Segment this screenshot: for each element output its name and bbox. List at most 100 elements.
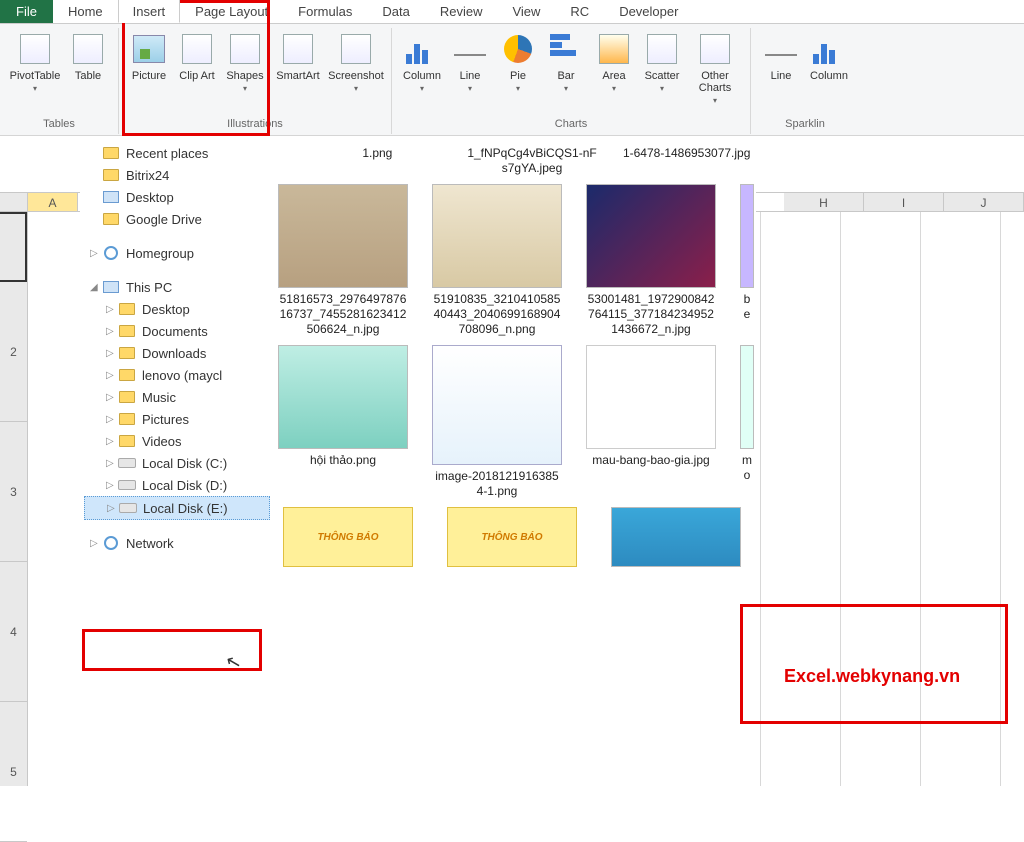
expander-icon[interactable]: ▷ (106, 370, 116, 381)
chart-area-button[interactable]: Area ▾ (590, 28, 638, 114)
row-4-header[interactable]: 4 (0, 562, 27, 702)
caret-icon: ▾ (243, 84, 247, 93)
file-thumb[interactable]: THÔNG BÁO (442, 507, 582, 567)
tree-item-lenovo-maycl[interactable]: ▷lenovo (maycl (84, 364, 270, 386)
expander-icon[interactable]: ▷ (106, 392, 116, 403)
tree-item-homegroup[interactable]: ▷Homegroup (84, 242, 270, 264)
tree-item-recent-places[interactable]: Recent places (84, 142, 270, 164)
tab-insert[interactable]: Insert (118, 0, 181, 23)
tab-formulas[interactable]: Formulas (283, 0, 367, 23)
expander-icon[interactable]: ▷ (106, 348, 116, 359)
column-label: Column (403, 70, 441, 82)
tree-item-label: Documents (142, 324, 208, 339)
file-tab[interactable]: File (0, 0, 53, 23)
tab-data[interactable]: Data (367, 0, 424, 23)
col-a-header[interactable]: A (28, 193, 78, 211)
tree-item-local-disk-e-[interactable]: ▷Local Disk (E:) (84, 496, 270, 520)
tree-item-downloads[interactable]: ▷ Downloads (84, 342, 270, 364)
folder-icon (118, 389, 136, 405)
expander-icon[interactable]: ▷ (106, 480, 116, 491)
tree-item-pictures[interactable]: ▷Pictures (84, 408, 270, 430)
caret-icon: ▾ (660, 84, 664, 93)
chart-bar-button[interactable]: Bar ▾ (542, 28, 590, 114)
bar-label: Bar (557, 70, 574, 82)
tree-item-local-disk-c-[interactable]: ▷Local Disk (C:) (84, 452, 270, 474)
shapes-button[interactable]: Shapes ▾ (221, 28, 269, 114)
expander-icon[interactable]: ▷ (106, 458, 116, 469)
col-j-header[interactable]: J (944, 193, 1024, 211)
table-button[interactable]: Table (64, 28, 112, 114)
tree-item-local-disk-d-[interactable]: ▷Local Disk (D:) (84, 474, 270, 496)
tab-home[interactable]: Home (53, 0, 118, 23)
picture-button[interactable]: Picture (125, 28, 173, 114)
tree-item-label: Bitrix24 (126, 168, 169, 183)
tree-item-documents[interactable]: ▷ Documents (84, 320, 270, 342)
expander-icon[interactable]: ▷ (90, 248, 100, 259)
bar-chart-icon (549, 32, 583, 66)
row-5-header[interactable]: 5 (0, 702, 27, 842)
tree-item-google-drive[interactable]: Google Drive (84, 208, 270, 230)
screenshot-label: Screenshot (328, 70, 384, 82)
sparkline-column-button[interactable]: Column (805, 28, 853, 114)
expander-icon[interactable]: ▷ (106, 326, 116, 337)
file-thumb[interactable] (606, 507, 746, 567)
tree-item-bitrix24[interactable]: Bitrix24 (84, 164, 270, 186)
expander-icon[interactable]: ▷ (107, 503, 117, 514)
expander-icon[interactable]: ▷ (106, 414, 116, 425)
chart-line-button[interactable]: Line ▾ (446, 28, 494, 114)
folder-tree[interactable]: Recent places Bitrix24 DesktopGoogle Drive… (80, 136, 274, 806)
expander-icon[interactable]: ▷ (106, 304, 116, 315)
clipart-button[interactable]: Clip Art (173, 28, 221, 114)
col-h-header[interactable]: H (784, 193, 864, 211)
chart-scatter-button[interactable]: Scatter ▾ (638, 28, 686, 114)
chart-pie-button[interactable]: Pie ▾ (494, 28, 542, 114)
tree-item-desktop[interactable]: ▷Desktop (84, 298, 270, 320)
column-chart-icon (405, 32, 439, 66)
thumbnail-pane[interactable]: 1.png 1_fNPqCg4vBiCQS1-nFs7gYA.jpeg 1-64… (274, 136, 756, 806)
tree-item-videos[interactable]: ▷Videos (84, 430, 270, 452)
tree-item-network[interactable]: ▷Network (84, 532, 270, 554)
smartart-button[interactable]: SmartArt (269, 28, 327, 114)
file-caption[interactable]: 1_fNPqCg4vBiCQS1-nFs7gYA.jpeg (467, 146, 598, 176)
expander-icon[interactable]: ▷ (90, 538, 100, 549)
folder-icon (118, 345, 136, 361)
file-thumb[interactable]: 51816573_2976497876167­37_74552816234125… (278, 184, 408, 337)
file-caption[interactable]: 1-6478-1486953077.jpg (623, 146, 750, 161)
sparkline-icon (764, 32, 798, 66)
file-thumb[interactable]: 51910835_3210410585404­43_20406991689047… (432, 184, 562, 337)
screenshot-button[interactable]: Screenshot ▾ (327, 28, 385, 114)
tree-item-label: Recent places (126, 146, 208, 161)
caret-icon: ▾ (516, 84, 520, 93)
expander-icon[interactable]: ▷ (106, 436, 116, 447)
file-thumb[interactable]: mau-bang-bao-gia.jpg (586, 345, 716, 499)
pie-chart-icon (501, 32, 535, 66)
file-caption: mau-bang-bao-gia.jpg (592, 453, 709, 468)
tab-developer[interactable]: Developer (604, 0, 693, 23)
tree-item-desktop[interactable]: Desktop (84, 186, 270, 208)
tab-rc[interactable]: RC (555, 0, 604, 23)
file-thumb[interactable]: THÔNG BÁO (278, 507, 418, 567)
file-thumb[interactable]: 53001481_1972900842764­115_3771842349521… (586, 184, 716, 337)
col-i-header[interactable]: I (864, 193, 944, 211)
tree-item-label: Downloads (142, 346, 206, 361)
tree-item-this-pc[interactable]: ◢This PC (84, 276, 270, 298)
row-3-header[interactable]: 3 (0, 422, 27, 562)
chart-other-button[interactable]: Other Charts ▾ (686, 28, 744, 114)
select-all-corner[interactable] (0, 193, 28, 211)
expander-icon[interactable]: ◢ (90, 282, 100, 293)
clipart-icon (180, 32, 214, 66)
sparkline-line-button[interactable]: Line (757, 28, 805, 114)
file-caption[interactable]: 1.png (362, 146, 392, 161)
tab-view[interactable]: View (497, 0, 555, 23)
row-2-header[interactable]: 2 (0, 282, 27, 422)
tree-item-music[interactable]: ▷Music (84, 386, 270, 408)
file-thumb[interactable]: hội thảo.png (278, 345, 408, 499)
chart-column-button[interactable]: Column ▾ (398, 28, 446, 114)
file-thumb[interactable]: image-20181219163854-1.png (432, 345, 562, 499)
file-thumb[interactable]: m o (740, 345, 754, 499)
file-thumb[interactable]: b e (740, 184, 754, 337)
tab-review[interactable]: Review (425, 0, 498, 23)
folder-icon (118, 433, 136, 449)
tab-pagelayout[interactable]: Page Layout (180, 0, 283, 23)
pivottable-button[interactable]: PivotTable ▾ (6, 28, 64, 114)
